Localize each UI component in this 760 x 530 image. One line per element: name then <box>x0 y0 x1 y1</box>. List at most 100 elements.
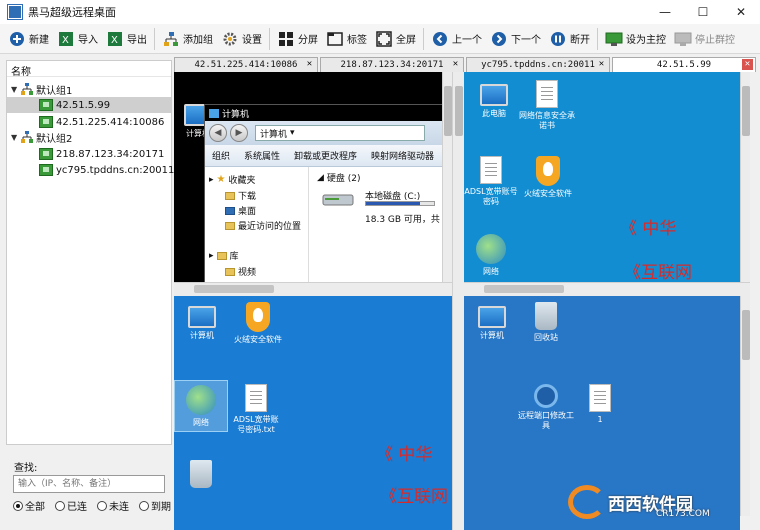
explorer-window: 计算机 ◀ ▶ 计算机 ▾ 组织 系统属性 卸载或更改程序 映射网络驱动器 ▸ ★ 收… <box>204 104 452 282</box>
address-bar[interactable]: 计算机 ▾ <box>255 125 425 141</box>
settings-button[interactable]: 设置 <box>217 26 266 52</box>
split-screen-button[interactable]: 分屏 <box>273 26 322 52</box>
group-icon <box>21 131 33 143</box>
tree-group-1[interactable]: ▼ 默认组1 <box>11 81 72 97</box>
app-icon <box>8 5 22 19</box>
close-tab-icon[interactable]: ✕ <box>596 59 607 70</box>
add-group-button[interactable]: 添加组 <box>158 26 217 52</box>
group-icon <box>21 83 33 95</box>
session-tabs: 42.51.225.414:10086 ✕ 218.87.123.34:20171… <box>172 57 760 72</box>
explorer-title-bar: 计算机 <box>205 105 452 121</box>
tree-item-server[interactable]: 42.51.225.414:10086 <box>39 114 164 130</box>
next-button[interactable]: 下一个 <box>486 26 545 52</box>
favorite-link[interactable]: 下载 <box>225 189 256 202</box>
maximize-button[interactable]: ☐ <box>684 0 722 24</box>
desktop-icon[interactable]: ADSL宽带账号密码.txt <box>230 384 282 435</box>
import-button[interactable]: X 导入 <box>53 26 102 52</box>
tab-session[interactable]: 218.87.123.34:20171 ✕ <box>320 57 464 72</box>
desktop-icon[interactable]: 此电脑 <box>474 82 514 119</box>
fullscreen-icon <box>375 30 393 48</box>
library-item[interactable]: ▸ 库 <box>209 249 239 263</box>
connection-tree: 名称 ▼ 默认组1 42.51.5.99 42.51.225.414:10086… <box>6 60 174 445</box>
shield-icon <box>536 156 560 186</box>
monitor-icon <box>674 30 692 48</box>
close-button[interactable]: ✕ <box>722 0 760 24</box>
collapse-arrow-icon[interactable]: ▼ <box>11 85 21 94</box>
tab-session[interactable]: 42.51.225.414:10086 ✕ <box>174 57 318 72</box>
vertical-scrollbar[interactable] <box>740 296 750 516</box>
remote-screen-3[interactable]: 计算机 火绒安全软件 网络 ADSL宽带账号密码.txt 《 中华 《互联网 <box>174 296 452 530</box>
tree-item-server[interactable]: yc795.tpddns.cn:20011 <box>39 162 174 178</box>
document-icon <box>480 156 502 184</box>
new-button[interactable]: 新建 <box>4 26 53 52</box>
filter-unconnected-radio[interactable]: 未连 <box>97 498 129 513</box>
desktop-icon[interactable]: 远程端口修改工具 <box>516 384 576 431</box>
desktop-icon[interactable]: 回收站 <box>530 302 562 343</box>
filter-expired-radio[interactable]: 到期 <box>139 498 171 513</box>
desktop-icon[interactable]: 1 <box>586 384 614 425</box>
desktop-icon[interactable]: 网络 <box>474 234 508 277</box>
red-banner-text: 《互联网 <box>380 487 448 507</box>
grid-icon <box>277 30 295 48</box>
remote-screen-1[interactable]: 计算机 计算机 ◀ ▶ 计算机 ▾ 组织 系统属性 卸载或更改程序 映射网络驱动器… <box>174 72 452 282</box>
close-tab-icon[interactable]: ✕ <box>450 59 461 70</box>
network-icon <box>186 385 216 415</box>
menu-map-drive[interactable]: 映射网络驱动器 <box>364 149 441 162</box>
title-bar: 黑马超级远程桌面 — ☐ ✕ <box>0 0 760 24</box>
desktop-icon[interactable]: 网络信息安全承诺书 <box>516 80 578 131</box>
desktop-icon-selected[interactable]: 网络 <box>174 380 228 432</box>
tree-header: 名称 <box>7 61 171 78</box>
favorites-item[interactable]: ▸ ★ 收藏夹 <box>209 173 256 186</box>
disconnect-button[interactable]: 断开 <box>545 26 594 52</box>
window-icon <box>209 108 219 118</box>
menu-system-properties[interactable]: 系统属性 <box>237 149 287 162</box>
tree-item-server[interactable]: 42.51.5.99 <box>7 97 171 113</box>
menu-uninstall[interactable]: 卸载或更改程序 <box>287 149 364 162</box>
filter-all-radio[interactable]: 全部 <box>13 498 45 513</box>
set-master-button[interactable]: 设为主控 <box>601 26 670 52</box>
document-icon <box>589 384 611 412</box>
remote-screen-2[interactable]: 此电脑 网络信息安全承诺书 ADSL宽带账号密码 火绒安全软件 网络 《 中华 … <box>464 72 740 282</box>
favorite-link[interactable]: 最近访问的位置 <box>225 219 301 232</box>
tab-session-active[interactable]: 42.51.5.99 ✕ <box>612 57 756 72</box>
desktop-icon[interactable]: 火绒安全软件 <box>516 156 580 199</box>
search-label: 查找: <box>14 463 38 474</box>
arrow-right-icon <box>490 30 508 48</box>
tab-session[interactable]: yc795.tpddns.cn:20011 ✕ <box>466 57 610 72</box>
drive-usage-bar <box>365 201 435 206</box>
favorite-link[interactable]: 桌面 <box>225 204 256 217</box>
vertical-scrollbar[interactable] <box>740 72 750 282</box>
tree-item-server[interactable]: 218.87.123.34:20171 <box>39 146 164 162</box>
drive-c-item[interactable] <box>321 189 357 209</box>
desktop-icon[interactable]: 计算机 <box>472 304 512 341</box>
star-icon: ★ <box>216 174 226 185</box>
desktop-icon[interactable]: 计算机 <box>182 304 222 341</box>
search-input[interactable] <box>13 475 165 493</box>
fullscreen-button[interactable]: 全屏 <box>371 26 420 52</box>
desktop-icon[interactable]: 火绒安全软件 <box>226 302 290 345</box>
collapse-arrow-icon[interactable]: ▼ <box>11 133 21 142</box>
toolbar: 新建 X 导入 X 导出 添加组 设置 分屏 标签 全屏 上一个 下一个 断开 <box>0 24 760 54</box>
back-icon[interactable]: ◀ <box>209 124 227 142</box>
vertical-scrollbar[interactable] <box>452 72 464 530</box>
monitor-icon <box>605 30 623 48</box>
library-link[interactable]: 视频 <box>225 265 256 278</box>
filter-connected-radio[interactable]: 已连 <box>55 498 87 513</box>
horizontal-scrollbar[interactable] <box>464 282 750 296</box>
minimize-button[interactable]: — <box>646 0 684 24</box>
desktop-icon[interactable]: ADSL宽带账号密码 <box>464 156 518 207</box>
tabs-button[interactable]: 标签 <box>322 26 371 52</box>
drives-group-header[interactable]: ◢ 硬盘 (2) <box>317 171 361 185</box>
stop-group-control-button[interactable]: 停止群控 <box>670 26 739 52</box>
close-tab-icon[interactable]: ✕ <box>304 59 315 70</box>
close-tab-icon[interactable]: ✕ <box>742 59 753 70</box>
tree-group-2[interactable]: ▼ 默认组2 <box>11 129 72 145</box>
forward-icon[interactable]: ▶ <box>230 124 248 142</box>
export-button[interactable]: X 导出 <box>102 26 151 52</box>
vertical-scrollbar[interactable] <box>442 72 452 282</box>
previous-button[interactable]: 上一个 <box>427 26 486 52</box>
horizontal-scrollbar[interactable] <box>174 282 452 296</box>
menu-organize[interactable]: 组织 <box>205 149 237 162</box>
desktop-icon[interactable] <box>184 460 218 491</box>
explorer-nav: ◀ ▶ 计算机 ▾ <box>205 121 452 145</box>
